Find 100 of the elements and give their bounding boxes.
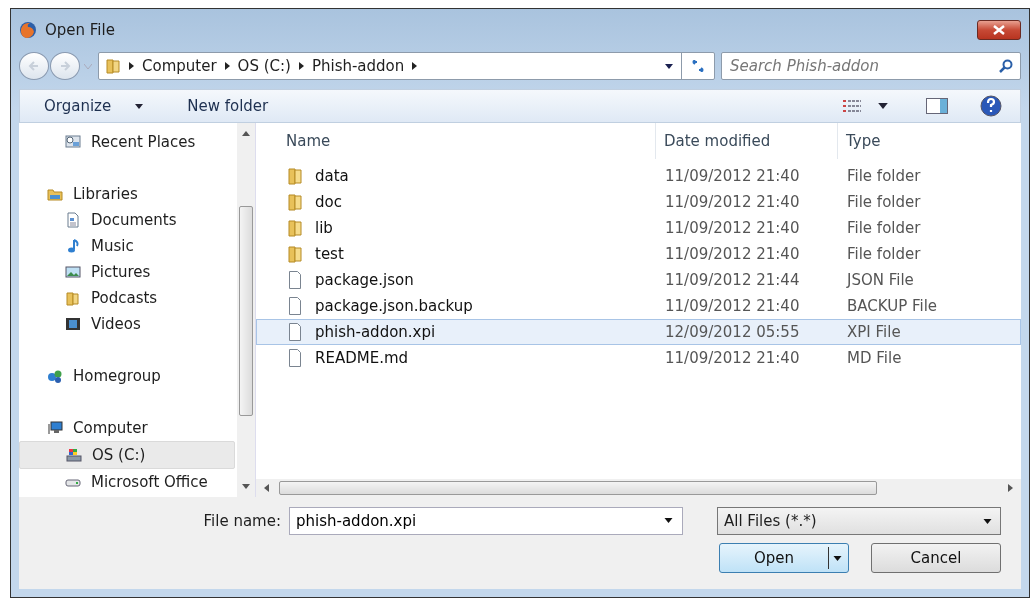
document-icon xyxy=(287,323,303,341)
documents-icon xyxy=(65,212,81,228)
type-cell-text: JSON File xyxy=(845,271,915,289)
help-icon[interactable] xyxy=(980,95,1002,117)
file-row[interactable]: README.md 11/09/2012 21:40 MD File xyxy=(256,345,1021,371)
file-name: lib xyxy=(315,219,333,237)
caret-icon[interactable] xyxy=(878,103,888,109)
forward-button[interactable] xyxy=(50,52,80,80)
breadcrumb-item[interactable]: Computer xyxy=(142,57,217,75)
computer-icon xyxy=(47,420,63,436)
file-row[interactable]: package.json.backup 11/09/2012 21:40 BACKUP File xyxy=(256,293,1021,319)
column-header[interactable]: Date modified xyxy=(656,123,838,159)
nav-item[interactable]: Homegroup xyxy=(19,363,237,389)
music-icon xyxy=(65,238,81,254)
type-cell-text: File folder xyxy=(846,245,922,263)
dropdown-caret-icon xyxy=(983,518,992,524)
window-title: Open File xyxy=(45,21,115,39)
type-cell-text: XPI File xyxy=(846,323,902,341)
file-name: package.json.backup xyxy=(315,297,473,315)
scroll-left-icon[interactable] xyxy=(264,484,269,492)
pictures-icon xyxy=(65,264,81,280)
file-name: data xyxy=(315,167,349,185)
type-cell-text: File folder xyxy=(846,193,922,211)
nav-item[interactable]: Libraries xyxy=(19,181,237,207)
organize-menu[interactable]: Organize xyxy=(40,97,148,115)
recent-icon xyxy=(65,134,81,150)
open-button[interactable]: Open xyxy=(719,543,849,573)
type-cell-text: File folder xyxy=(846,219,922,237)
fox-globe-icon xyxy=(19,21,37,39)
drive-icon xyxy=(66,447,82,463)
chevron-icon xyxy=(298,62,304,70)
date-cell-text: 12/09/2012 05:55 xyxy=(664,323,801,341)
dropdown-caret-icon xyxy=(833,555,842,561)
nav-item[interactable]: Videos xyxy=(19,311,237,337)
file-row[interactable]: package.json 11/09/2012 21:44 JSON File xyxy=(256,267,1021,293)
nav-item[interactable]: Podcasts xyxy=(19,285,237,311)
date-cell-text: 11/09/2012 21:40 xyxy=(664,193,801,211)
nav-item[interactable]: Pictures xyxy=(19,259,237,285)
file-name: doc xyxy=(315,193,342,211)
close-button[interactable] xyxy=(977,20,1021,40)
nav-item[interactable]: Documents xyxy=(19,207,237,233)
file-row[interactable]: phish-addon.xpi 12/09/2012 05:55 XPI File xyxy=(256,319,1021,345)
cancel-button[interactable]: Cancel xyxy=(871,543,1001,573)
file-name-field[interactable]: phish-addon.xpi xyxy=(289,507,683,535)
scroll-up-icon[interactable] xyxy=(242,131,250,136)
document-icon xyxy=(287,297,303,315)
dropdown-caret-icon[interactable] xyxy=(664,518,673,523)
nav-item[interactable]: Music xyxy=(19,233,237,259)
chevron-icon xyxy=(129,62,134,70)
close-icon xyxy=(993,25,1005,35)
file-row[interactable]: doc 11/09/2012 21:40 File folder xyxy=(256,189,1021,215)
nav-item[interactable]: Recent Places xyxy=(19,129,237,155)
column-header[interactable]: Type xyxy=(838,123,1021,159)
file-name-label: File name: xyxy=(203,512,281,530)
search-field[interactable]: Search Phish-addon xyxy=(721,52,1021,80)
file-name: package.json xyxy=(315,271,414,289)
scroll-right-icon[interactable] xyxy=(1008,484,1013,492)
folder-icon xyxy=(287,219,303,237)
file-name: README.md xyxy=(315,349,409,367)
date-cell-text: 11/09/2012 21:40 xyxy=(664,297,801,315)
file-row[interactable]: data 11/09/2012 21:40 File folder xyxy=(256,163,1021,189)
column-header[interactable]: Name xyxy=(256,123,656,159)
nav-item[interactable]: Computer xyxy=(19,415,237,441)
file-row[interactable]: lib 11/09/2012 21:40 File folder xyxy=(256,215,1021,241)
new-folder-button[interactable]: New folder xyxy=(183,97,273,115)
folder-icon xyxy=(287,167,303,185)
scroll-thumb[interactable] xyxy=(239,206,253,416)
folder-icon xyxy=(287,193,303,211)
file-row[interactable]: test 11/09/2012 21:40 File folder xyxy=(256,241,1021,267)
breadcrumb-item[interactable]: OS (C:) xyxy=(237,57,291,75)
libraries-icon xyxy=(47,186,63,202)
file-name: phish-addon.xpi xyxy=(315,323,436,341)
type-cell-text: BACKUP File xyxy=(846,297,939,315)
nav-item[interactable]: Microsoft Office xyxy=(19,469,237,495)
nav-item[interactable]: OS (C:) xyxy=(19,441,235,469)
back-button[interactable] xyxy=(19,52,49,80)
vertical-scrollbar[interactable] xyxy=(237,123,255,497)
address-bar[interactable]: Computer OS (C:) Phish-addon xyxy=(98,52,715,80)
type-cell-text: File folder xyxy=(846,167,922,185)
folder-icon xyxy=(105,58,121,74)
document-icon xyxy=(287,349,303,367)
type-cell-text: MD File xyxy=(846,349,903,367)
preview-pane-icon[interactable] xyxy=(926,98,948,114)
document-icon xyxy=(287,271,303,289)
back-arrow-icon xyxy=(28,60,40,72)
file-type-dropdown[interactable]: All Files (*.*) xyxy=(717,507,1001,535)
horizontal-scrollbar[interactable] xyxy=(256,479,1021,497)
caret-icon xyxy=(135,103,144,109)
forward-arrow-icon xyxy=(59,60,71,72)
breadcrumb-item[interactable]: Phish-addon xyxy=(311,57,405,75)
videos-icon xyxy=(65,316,81,332)
scroll-thumb[interactable] xyxy=(279,481,877,495)
chevron-icon xyxy=(224,62,230,70)
date-cell-text: 11/09/2012 21:40 xyxy=(664,219,801,237)
scroll-down-icon[interactable] xyxy=(242,484,250,489)
view-list-icon[interactable] xyxy=(842,99,862,113)
search-icon xyxy=(999,59,1013,73)
dropdown-caret-icon[interactable] xyxy=(665,63,673,69)
file-name: test xyxy=(315,245,344,263)
date-cell-text: 11/09/2012 21:40 xyxy=(664,349,801,367)
